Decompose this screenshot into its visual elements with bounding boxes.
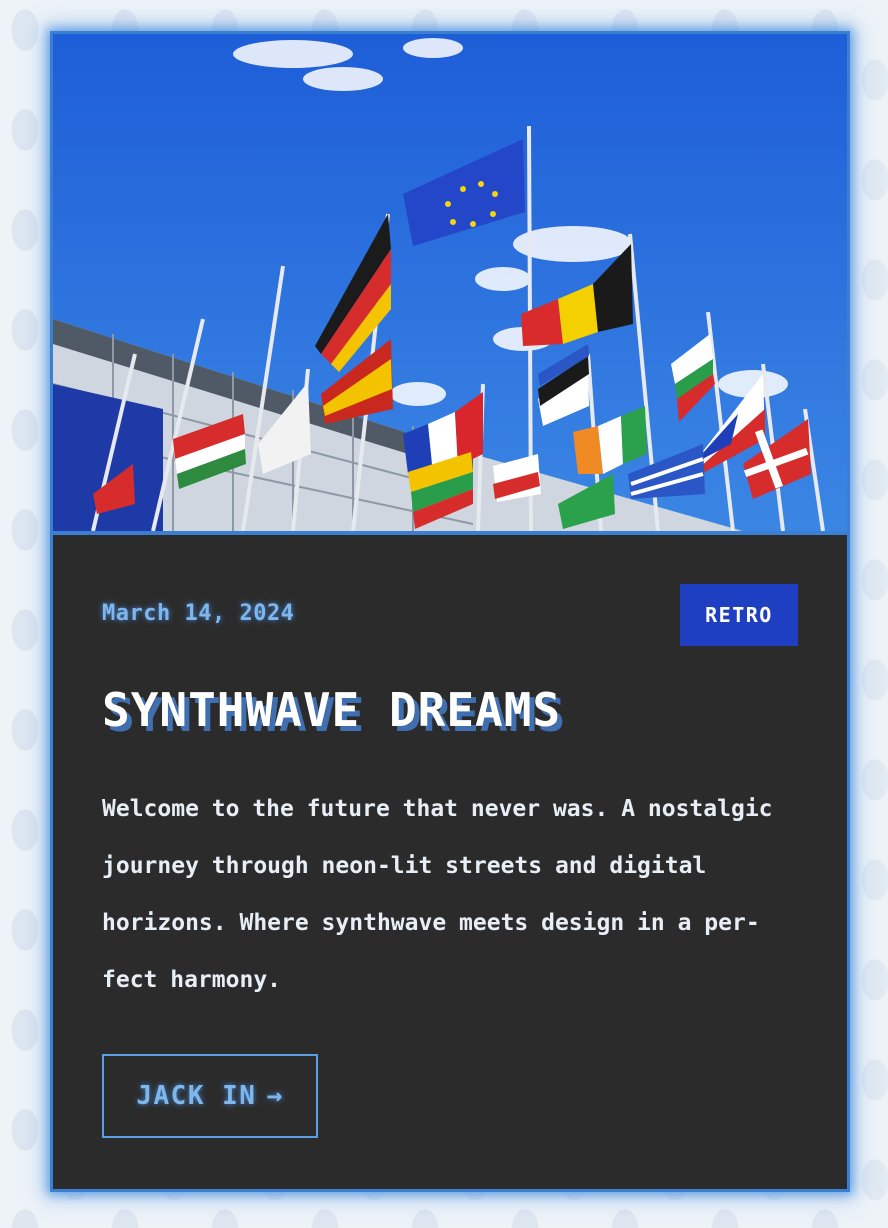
- post-title: SYNTHWAVE DREAMS: [102, 683, 562, 737]
- post-excerpt: Welcome to the future that never was. A …: [102, 796, 773, 993]
- jack-in-button[interactable]: JACK IN →: [102, 1054, 318, 1138]
- arrow-right-icon: →: [266, 1081, 284, 1111]
- post-date: March 14, 2024: [102, 601, 295, 626]
- tag-badge[interactable]: RETRO: [680, 584, 798, 646]
- hero-image: [53, 34, 847, 535]
- jack-in-label: JACK IN: [136, 1081, 257, 1111]
- article-card: March 14, 2024 RETRO SYNTHWAVE DREAMS We…: [50, 31, 850, 1192]
- card-content: March 14, 2024 RETRO SYNTHWAVE DREAMS We…: [53, 535, 847, 1189]
